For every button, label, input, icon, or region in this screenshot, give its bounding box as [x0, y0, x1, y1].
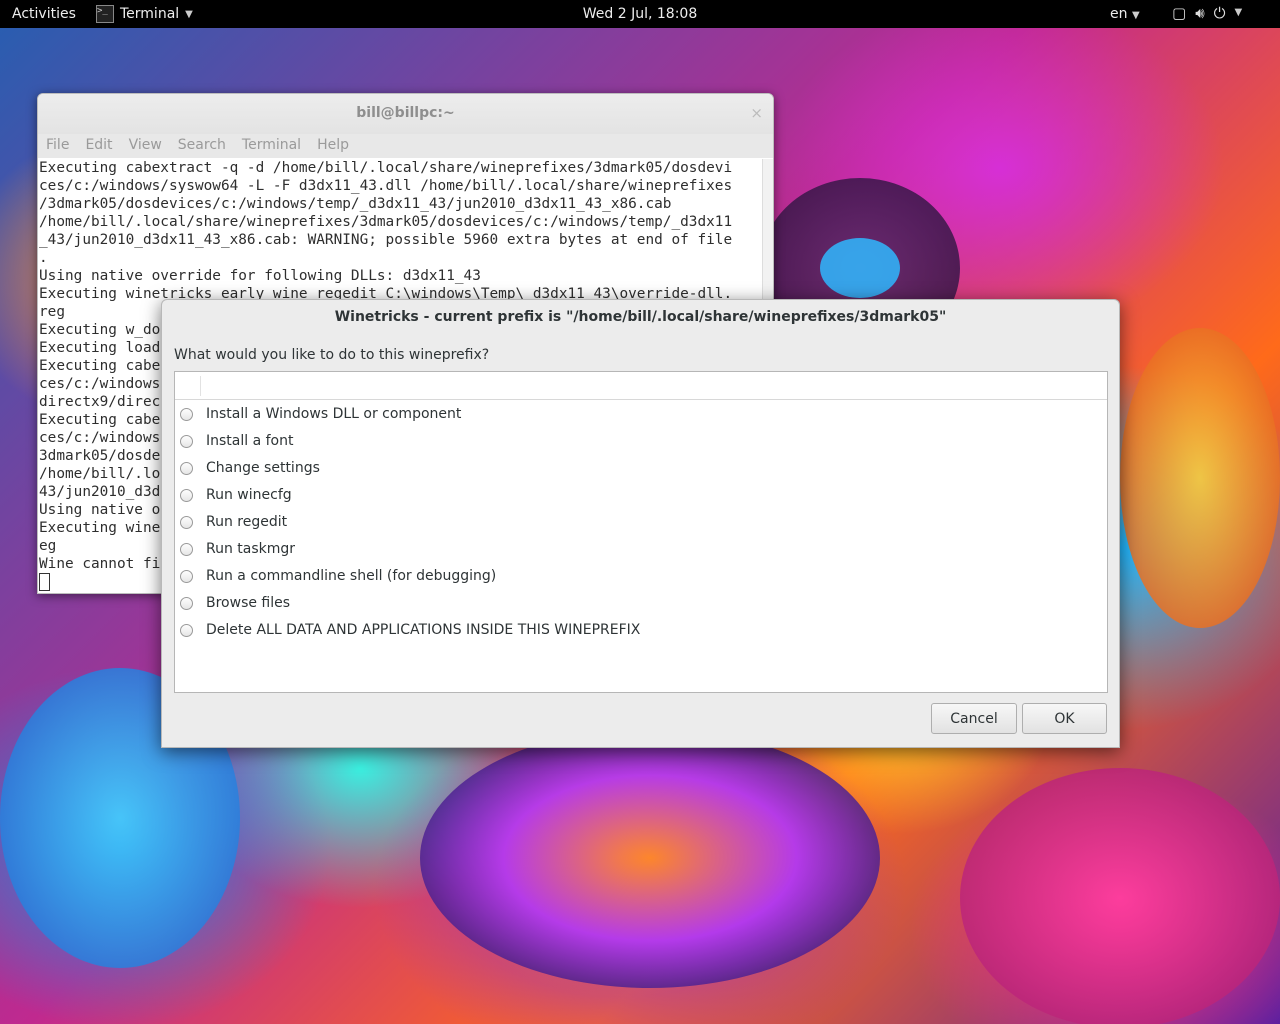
option-install-dll[interactable]: Install a Windows DLL or component [180, 404, 461, 424]
system-menu[interactable]: ▢ 🔊︎ ⏻ ▼ [1172, 4, 1242, 22]
radio-button[interactable] [180, 407, 193, 421]
cancel-button[interactable]: Cancel [931, 703, 1017, 734]
radio-button[interactable] [180, 623, 193, 637]
volume-icon: 🔊︎ [1195, 4, 1205, 22]
terminal-line: Executing cabextract -q -d /home/bill/.l… [39, 160, 733, 176]
option-label: Change settings [206, 460, 320, 476]
dialog-title: Winetricks - current prefix is "/home/bi… [334, 309, 947, 325]
terminal-line: /3dmark05/dosdevices/c:/windows/temp/_d3… [39, 196, 672, 212]
list-header[interactable] [175, 372, 1107, 400]
language-label: en [1110, 6, 1128, 22]
option-label: Run a commandline shell (for debugging) [206, 568, 497, 584]
option-delete-prefix[interactable]: Delete ALL DATA AND APPLICATIONS INSIDE … [180, 620, 640, 640]
terminal-line: Using native override for following DLLs… [39, 268, 481, 284]
menu-view[interactable]: View [121, 134, 170, 158]
option-run-winecfg[interactable]: Run winecfg [180, 485, 292, 505]
menu-search[interactable]: Search [170, 134, 234, 158]
option-label: Run taskmgr [206, 541, 296, 557]
wallpaper-blob [820, 238, 900, 298]
language-menu[interactable]: en ▼ [1110, 6, 1140, 22]
option-install-font[interactable]: Install a font [180, 431, 293, 451]
top-bar: Activities >_ Terminal ▼ Wed 2 Jul, 18:0… [0, 0, 1280, 28]
option-change-settings[interactable]: Change settings [180, 458, 320, 478]
menu-terminal[interactable]: Terminal [234, 134, 309, 158]
terminal-menubar: File Edit View Search Terminal Help [38, 134, 773, 158]
terminal-line: _43/jun2010_d3dx11_43_x86.cab: WARNING; … [39, 232, 733, 248]
menu-help[interactable]: Help [309, 134, 357, 158]
option-browse-files[interactable]: Browse files [180, 593, 290, 613]
option-label: Run winecfg [206, 487, 292, 503]
radio-button[interactable] [180, 542, 193, 556]
clock[interactable]: Wed 2 Jul, 18:08 [583, 6, 697, 22]
column-separator [200, 376, 201, 396]
power-icon: ⏻ [1213, 4, 1226, 22]
option-run-shell[interactable]: Run a commandline shell (for debugging) [180, 566, 496, 586]
app-menu-label: Terminal [120, 6, 180, 22]
option-label: Run regedit [206, 514, 288, 530]
dialog-question: What would you like to do to this winepr… [174, 347, 490, 363]
chevron-down-icon: ▼ [185, 8, 193, 20]
terminal-icon: >_ [96, 5, 114, 23]
radio-button[interactable] [180, 461, 193, 475]
app-menu[interactable]: >_ Terminal ▼ [96, 0, 193, 28]
radio-button[interactable] [180, 596, 193, 610]
terminal-line: ces/c:/windows/syswow64 -L -F d3dx11_43.… [39, 178, 733, 194]
option-label: Browse files [206, 595, 291, 611]
radio-button[interactable] [180, 488, 193, 502]
wallpaper-blob [1120, 328, 1280, 628]
option-label: Install a font [206, 433, 294, 449]
activities-button[interactable]: Activities [12, 6, 76, 22]
chevron-down-icon: ▼ [1234, 7, 1243, 18]
close-icon[interactable]: × [750, 94, 763, 132]
radio-button[interactable] [180, 434, 193, 448]
option-run-regedit[interactable]: Run regedit [180, 512, 287, 532]
window-icon: ▢ [1172, 4, 1187, 22]
winetricks-dialog[interactable]: Winetricks - current prefix is "/home/bi… [161, 299, 1120, 748]
wallpaper-blob [420, 728, 880, 988]
terminal-title: bill@billpc:~ [356, 105, 455, 121]
terminal-line: . [39, 250, 48, 266]
radio-button[interactable] [180, 569, 193, 583]
radio-button[interactable] [180, 515, 193, 529]
menu-edit[interactable]: Edit [77, 134, 120, 158]
options-list[interactable]: Install a Windows DLL or component Insta… [174, 371, 1108, 693]
option-label: Delete ALL DATA AND APPLICATIONS INSIDE … [206, 622, 641, 638]
menu-file[interactable]: File [38, 134, 77, 158]
terminal-cursor [39, 573, 50, 591]
ok-button[interactable]: OK [1022, 703, 1107, 734]
wallpaper-blob [960, 768, 1280, 1024]
terminal-line: /home/bill/.local/share/wineprefixes/3dm… [39, 214, 733, 230]
chevron-down-icon: ▼ [1131, 10, 1140, 21]
option-run-taskmgr[interactable]: Run taskmgr [180, 539, 295, 559]
terminal-titlebar[interactable]: bill@billpc:~ × [38, 94, 773, 134]
option-label: Install a Windows DLL or component [206, 406, 462, 422]
